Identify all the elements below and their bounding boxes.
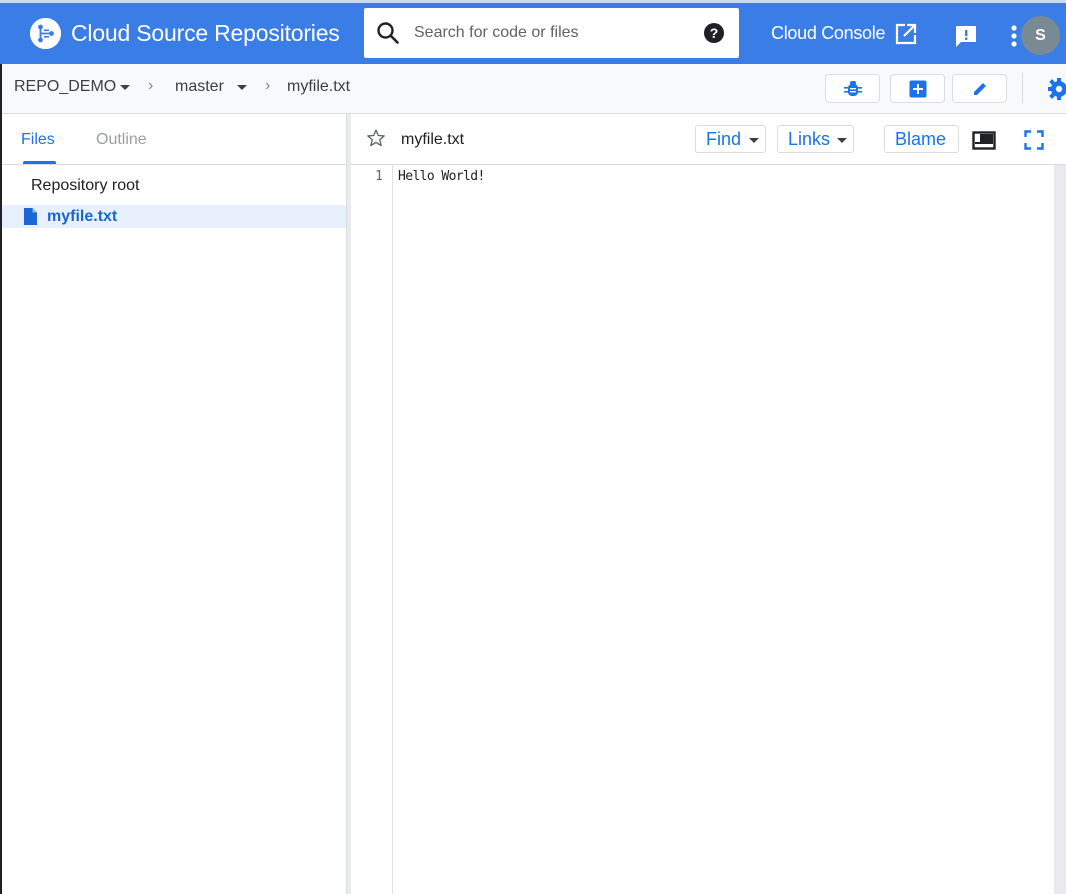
- edit-icon: [974, 83, 986, 95]
- chevron-down-icon: [837, 138, 847, 143]
- cloud-console-link[interactable]: Cloud Console: [771, 20, 885, 46]
- app-window: Cloud Source Repositories ? Cloud Consol…: [0, 0, 1066, 894]
- split-layout-icon[interactable]: [972, 131, 996, 150]
- chevron-down-icon: [749, 138, 759, 143]
- edit-button[interactable]: [952, 74, 1007, 103]
- search-input[interactable]: [414, 8, 694, 58]
- line-number-gutter: 1: [351, 165, 393, 894]
- find-button[interactable]: Find: [695, 125, 766, 153]
- add-box-icon: [909, 80, 927, 98]
- branch-dropdown-icon[interactable]: [237, 85, 247, 90]
- toolbar-divider: [1022, 73, 1023, 103]
- cloud-source-repositories-logo-icon[interactable]: [30, 18, 61, 49]
- chevron-right-icon: ›: [148, 77, 154, 94]
- breadcrumb-file[interactable]: myfile.txt: [287, 77, 350, 97]
- file-header: myfile.txt Find Links Blame: [351, 114, 1066, 165]
- add-file-button[interactable]: [890, 74, 945, 103]
- vertical-scrollbar[interactable]: [1054, 165, 1066, 894]
- find-label: Find: [706, 129, 742, 149]
- feedback-icon[interactable]: [953, 23, 979, 49]
- code-viewer[interactable]: 1 Hello World!: [351, 165, 1054, 894]
- help-icon[interactable]: ?: [704, 23, 724, 43]
- tab-files[interactable]: Files: [21, 130, 55, 150]
- open-in-new-icon[interactable]: [894, 22, 918, 46]
- app-title[interactable]: Cloud Source Repositories: [71, 18, 340, 48]
- star-outline-icon[interactable]: [366, 128, 386, 148]
- file-icon: [24, 208, 37, 225]
- search-box[interactable]: ?: [364, 8, 739, 58]
- links-button[interactable]: Links: [777, 125, 854, 153]
- blame-label: Blame: [895, 129, 947, 149]
- breadcrumb-branch[interactable]: master: [175, 77, 224, 97]
- tree-item-label: myfile.txt: [47, 208, 118, 225]
- chevron-right-icon: ›: [265, 77, 271, 94]
- breadcrumb: REPO_DEMO › master › myfile.txt: [2, 64, 1066, 114]
- file-tree-panel: Files Outline Repository root myfile.txt: [2, 114, 347, 894]
- fullscreen-icon[interactable]: [1024, 130, 1044, 150]
- file-title: myfile.txt: [401, 131, 465, 148]
- bug-icon: [844, 81, 862, 96]
- tree-item-repository-root[interactable]: Repository root: [31, 176, 140, 196]
- search-icon: [377, 22, 399, 44]
- debug-button[interactable]: [825, 74, 880, 103]
- top-bar: Cloud Source Repositories ? Cloud Consol…: [0, 0, 1066, 64]
- repo-dropdown-icon[interactable]: [120, 85, 130, 90]
- blame-button[interactable]: Blame: [884, 125, 959, 153]
- tab-divider: [2, 164, 347, 165]
- breadcrumb-repo[interactable]: REPO_DEMO: [14, 77, 116, 97]
- tree-item-myfile[interactable]: myfile.txt: [2, 205, 346, 228]
- code-line[interactable]: Hello World!: [398, 168, 485, 185]
- account-avatar[interactable]: S: [1021, 16, 1060, 55]
- more-vert-icon[interactable]: [1010, 23, 1018, 49]
- tab-outline[interactable]: Outline: [96, 130, 147, 150]
- links-label: Links: [788, 129, 831, 149]
- settings-icon[interactable]: [1046, 77, 1066, 101]
- line-number[interactable]: 1: [375, 168, 383, 185]
